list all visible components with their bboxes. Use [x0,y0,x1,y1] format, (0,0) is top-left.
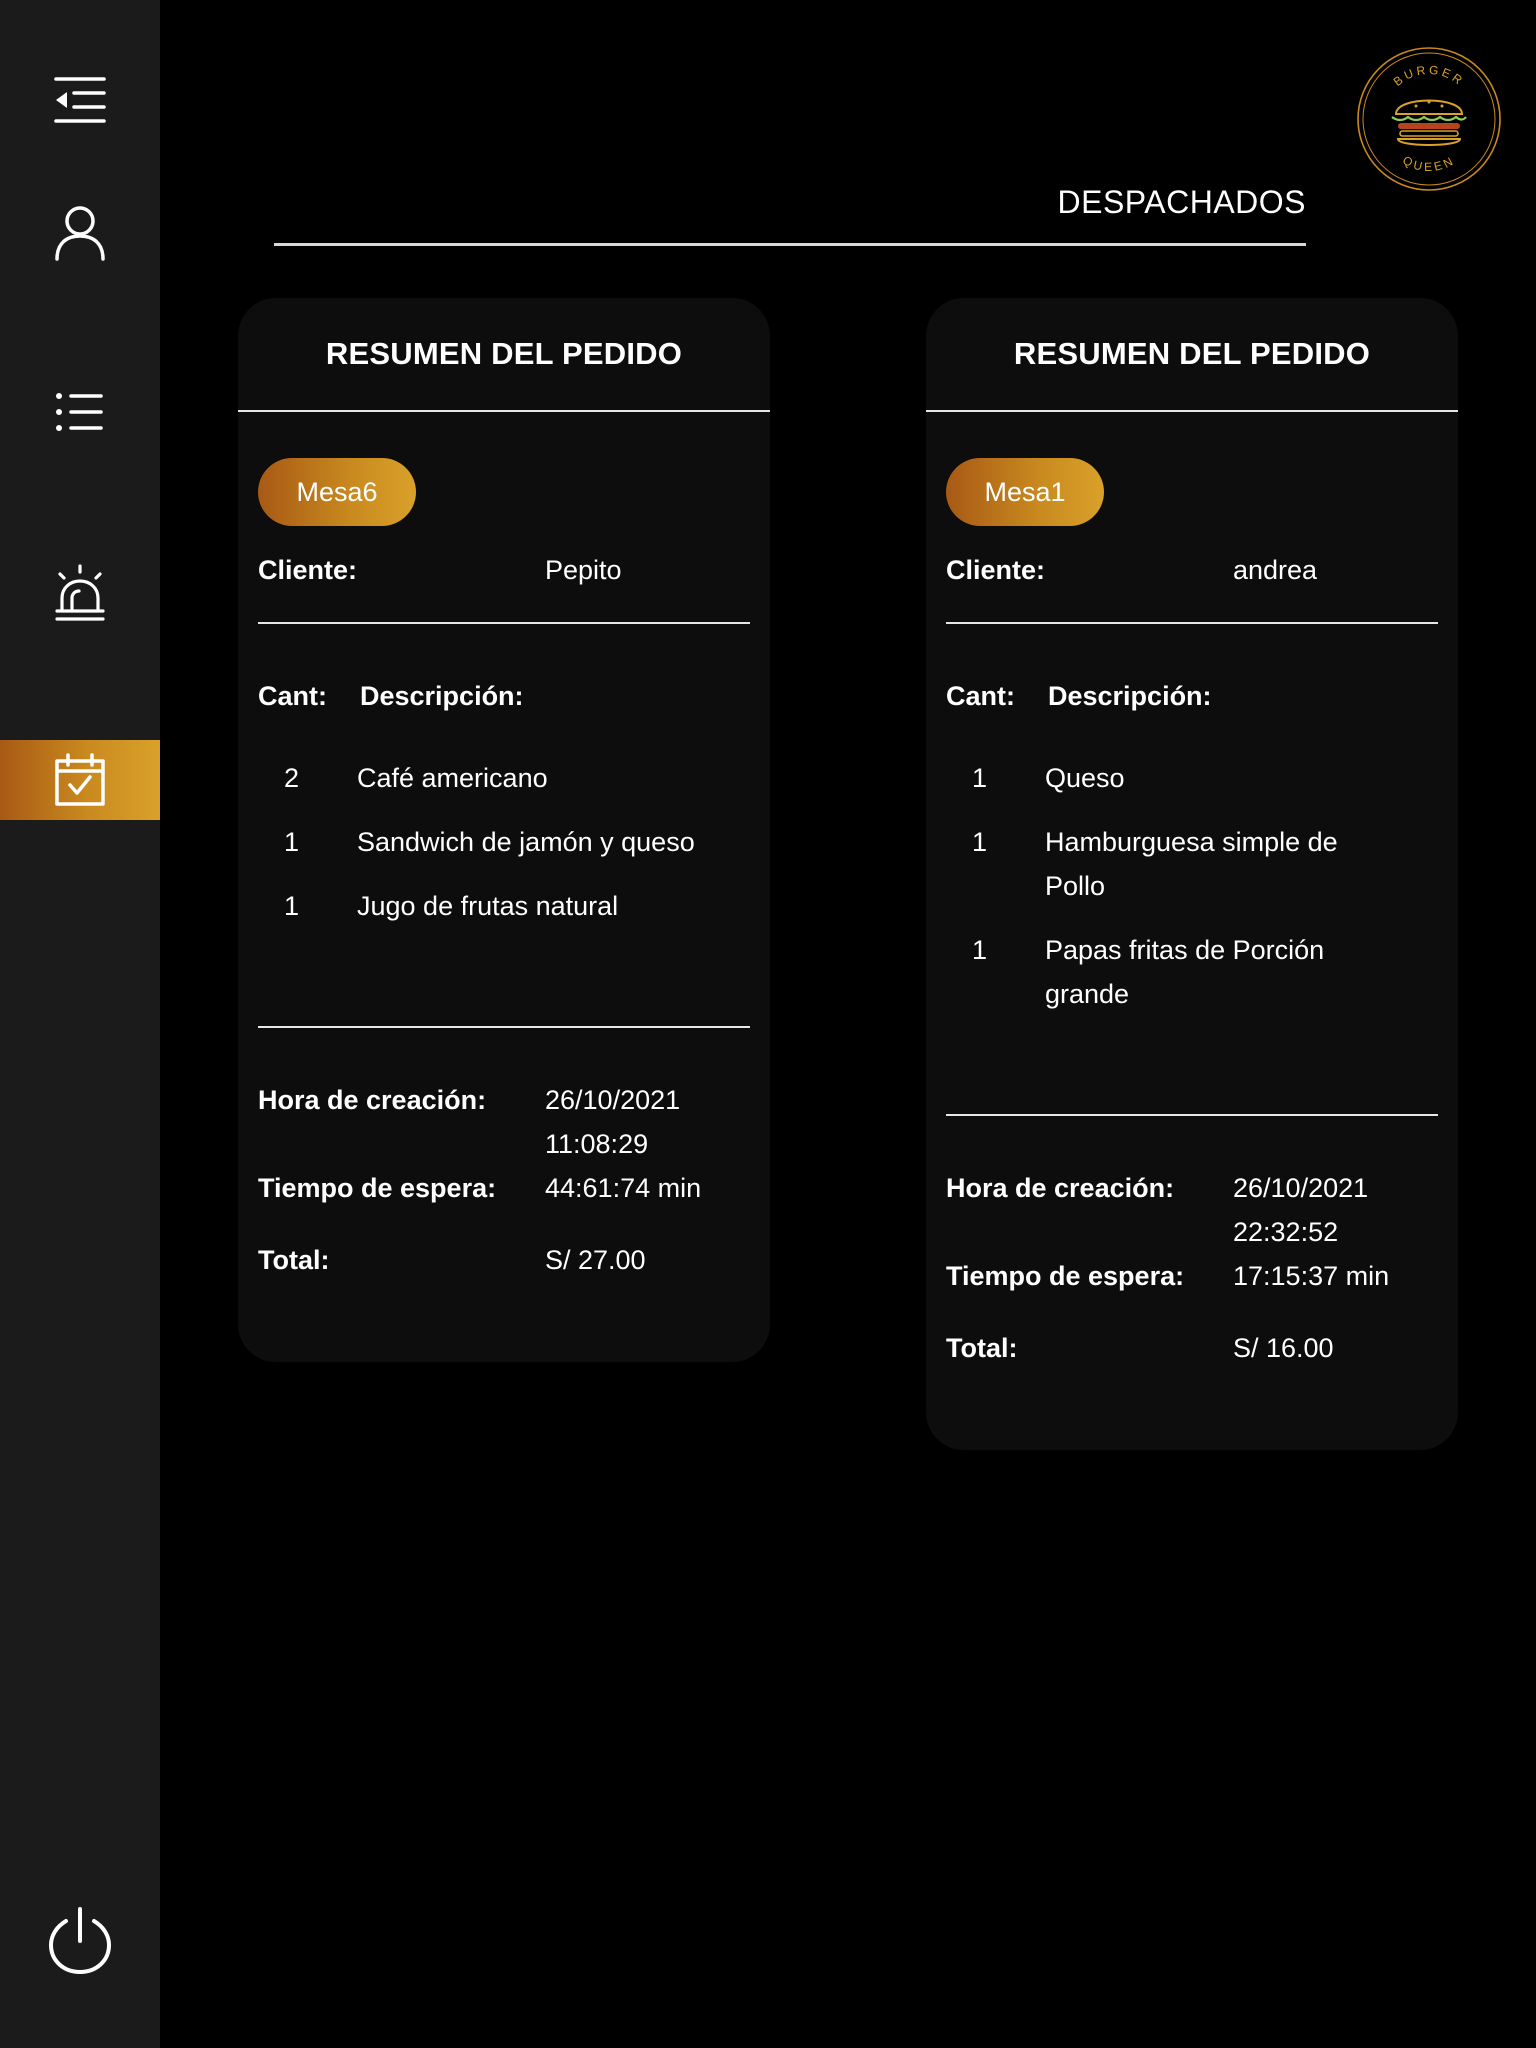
section-title: DESPACHADOS [1057,184,1306,220]
wait-row: Tiempo de espera: 44:61:74 min [258,1166,750,1210]
item-qty: 1 [972,935,988,965]
total-label: Total: [946,1333,1018,1363]
sidebar-item-dispatched[interactable] [0,740,160,820]
section-divider [274,243,1306,246]
collapse-menu-button[interactable] [0,60,160,140]
client-label: Cliente: [946,555,1046,585]
list-item: 1 Hamburguesa simple de Pollo [946,820,1438,908]
created-value: 26/10/2021 22:32:52 [1233,1173,1369,1247]
order-card: RESUMEN DEL PEDIDO Mesa6 Cliente: Pepito… [238,298,770,1362]
wait-label: Tiempo de espera: [258,1173,497,1203]
order-meta: Hora de creación: 26/10/2021 11:08:29 Ti… [258,1078,750,1282]
list-icon [56,393,103,431]
items-list: 1 Queso 1 Hamburguesa simple de Pollo 1 … [946,756,1438,1016]
desc-column-header: Descripción: [1048,681,1212,711]
order-meta: Hora de creación: 26/10/2021 22:32:52 Ti… [946,1166,1438,1370]
created-row: Hora de creación: 26/10/2021 22:32:52 [946,1166,1438,1254]
total-value: S/ 16.00 [1233,1333,1334,1363]
item-qty: 2 [284,763,300,793]
item-qty: 1 [972,827,988,857]
wait-value: 17:15:37 min [1233,1261,1390,1291]
client-name: Pepito [545,555,622,585]
list-item: 1 Papas fritas de Porción grande [946,928,1438,1016]
sidebar [0,0,160,2048]
client-name: andrea [1233,555,1318,585]
burger-logo: BURGER QUEEN [1357,47,1501,191]
item-desc: Papas fritas de Porción grande [1045,935,1325,1009]
client-label: Cliente: [258,555,358,585]
card-divider [258,622,750,624]
svg-text:QUEEN: QUEEN [1400,153,1457,174]
burger-queen-logo: BURGER QUEEN [1354,44,1504,194]
logout-button[interactable] [0,1900,160,1980]
list-item: 1 Queso [946,756,1438,800]
total-label: Total: [258,1245,330,1275]
card-divider [258,1026,750,1028]
item-qty: 1 [284,827,300,857]
order-card-title: RESUMEN DEL PEDIDO [238,298,770,412]
table-badge: Mesa1 [946,458,1104,526]
sidebar-item-pending[interactable] [0,553,160,633]
order-card: RESUMEN DEL PEDIDO Mesa1 Cliente: andrea… [926,298,1458,1450]
items-list: 2 Café americano 1 Sandwich de jamón y q… [258,756,750,928]
order-card-title: RESUMEN DEL PEDIDO [926,298,1458,412]
card-divider [946,622,1438,624]
wait-value: 44:61:74 min [545,1173,702,1203]
created-row: Hora de creación: 26/10/2021 11:08:29 [258,1078,750,1166]
logo-bottom-text: QUEEN [1400,153,1454,174]
total-value: S/ 27.00 [545,1245,646,1275]
menu-collapse-icon [54,77,106,123]
list-item: 1 Jugo de frutas natural [258,884,750,928]
item-desc: Queso [1045,763,1125,793]
item-desc: Café americano [357,763,548,793]
items-header: Cant: Descripción: [946,674,1438,718]
sidebar-item-orders-list[interactable] [0,372,160,452]
item-qty: 1 [284,891,300,921]
wait-label: Tiempo de espera: [946,1261,1185,1291]
wait-row: Tiempo de espera: 17:15:37 min [946,1254,1438,1298]
qty-column-header: Cant: [946,681,1015,711]
list-item: 1 Sandwich de jamón y queso [258,820,750,864]
logo-top-text: BURGER [1391,63,1464,89]
list-item: 2 Café americano [258,756,750,800]
qty-column-header: Cant: [258,681,327,711]
table-badge: Mesa6 [258,458,416,526]
item-qty: 1 [972,763,988,793]
total-row: Total: S/ 16.00 [946,1326,1438,1370]
items-header: Cant: Descripción: [258,674,750,718]
alarm-bell-icon [55,564,105,621]
total-row: Total: S/ 27.00 [258,1238,750,1282]
created-label: Hora de creación: [946,1173,1175,1203]
power-icon [48,1907,112,1975]
item-desc: Sandwich de jamón y queso [357,827,695,857]
calendar-check-icon [55,753,105,806]
created-label: Hora de creación: [258,1085,487,1115]
client-row: Cliente: Pepito [258,548,750,592]
client-row: Cliente: andrea [946,548,1438,592]
item-desc: Jugo de frutas natural [357,891,619,921]
created-value: 26/10/2021 11:08:29 [545,1085,681,1159]
item-desc: Hamburguesa simple de Pollo [1045,827,1338,901]
card-divider [946,1114,1438,1116]
svg-text:BURGER: BURGER [1391,63,1467,89]
desc-column-header: Descripción: [360,681,524,711]
